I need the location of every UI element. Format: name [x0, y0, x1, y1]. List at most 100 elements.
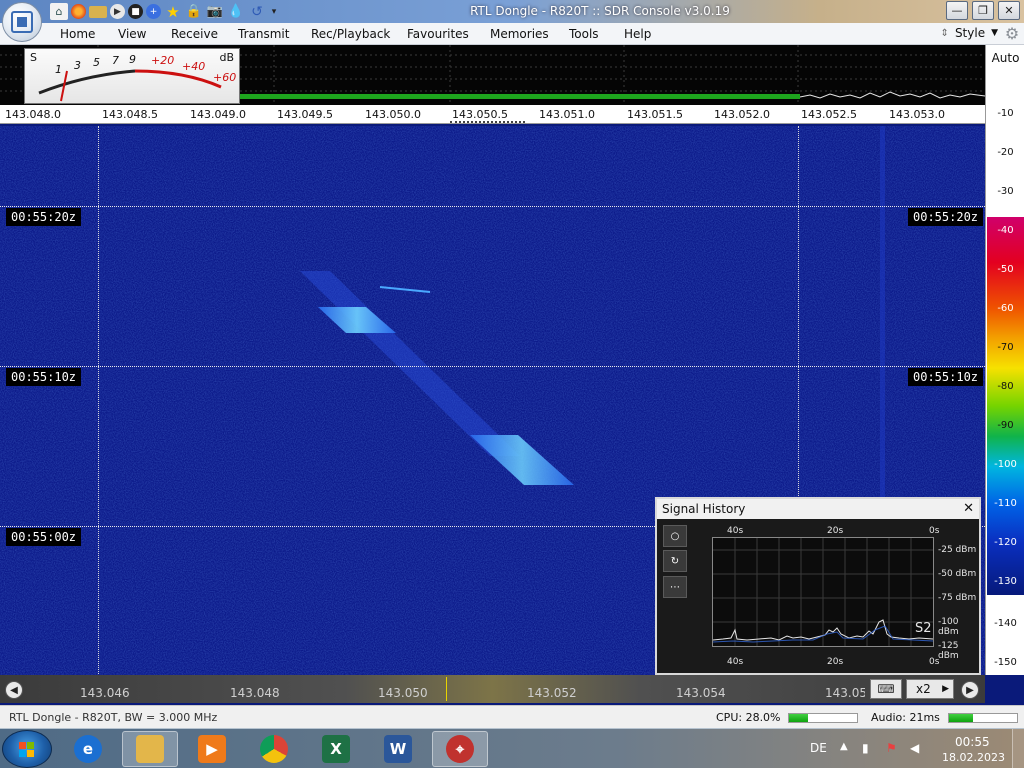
db-label: -120 — [994, 537, 1017, 548]
menu-tools[interactable]: Tools — [569, 27, 599, 41]
taskbar-excel[interactable]: X — [308, 731, 364, 767]
excel-icon: X — [322, 735, 350, 763]
frequency-label: 143.050.5 — [452, 108, 508, 121]
keyboard-button[interactable]: ⌨ — [870, 679, 902, 699]
time-label: 20s — [827, 526, 844, 536]
stop-icon[interactable]: ■ — [128, 4, 143, 19]
time-label: 0s — [929, 657, 940, 667]
tune-right-icon[interactable]: ▶ — [961, 681, 979, 699]
application-menu-button[interactable] — [2, 2, 42, 42]
customize-toolbar-chevron-icon[interactable]: ▾ — [269, 3, 279, 20]
show-hidden-icons-icon[interactable]: ▲ — [840, 741, 848, 752]
folder-icon[interactable] — [89, 6, 107, 18]
start-button[interactable] — [2, 730, 52, 768]
spectrum-display[interactable]: S dB 1 3 5 7 9 +20 +40 +60 — [0, 45, 985, 105]
signal-history-options-button[interactable]: ⋯ — [663, 576, 687, 598]
time-label: 40s — [727, 657, 744, 667]
frequency-label: 143.050.0 — [365, 108, 421, 121]
input-language[interactable]: DE — [810, 741, 827, 755]
menu-memories[interactable]: Memories — [490, 27, 549, 41]
favourite-star-icon[interactable]: ★ — [164, 3, 182, 21]
taskbar-chrome[interactable] — [246, 731, 302, 767]
db-label: -140 — [994, 618, 1017, 629]
taskbar-sdr-console[interactable]: ⌖ — [432, 731, 488, 767]
volume-icon[interactable]: ◀ — [910, 741, 924, 755]
menu-view[interactable]: View — [118, 27, 146, 41]
signal-history-reset-button[interactable]: ↻ — [663, 550, 687, 572]
auto-level-button[interactable]: Auto — [986, 51, 1024, 65]
filter-marker[interactable] — [450, 121, 525, 125]
camera-icon[interactable]: 📷 — [206, 3, 224, 20]
clock-time[interactable]: 00:55 — [955, 735, 990, 749]
menu-rec-playback[interactable]: Rec/Playback — [311, 27, 390, 41]
chrome-icon — [260, 735, 288, 763]
settings-gear-icon[interactable]: ⚙ — [1003, 25, 1021, 43]
chevron-right-icon: ▶ — [942, 684, 949, 694]
db-label: -150 — [994, 657, 1017, 668]
sdr-console-logo-icon — [11, 11, 33, 33]
style-label: Style — [954, 26, 986, 40]
drop-icon[interactable]: 💧 — [227, 3, 245, 20]
tuning-cursor[interactable] — [446, 677, 447, 701]
taskbar-internet-explorer[interactable]: e — [60, 731, 116, 767]
taskbar-explorer[interactable] — [122, 731, 178, 767]
db-label: -110 — [994, 498, 1017, 509]
s-meter-tick: +60 — [213, 71, 237, 84]
signal-history-panel: Signal History ✕ ○ ↻ ⋯ 40s 20s 0s -25 dB… — [655, 497, 981, 675]
frequency-label: 143.053.0 — [889, 108, 945, 121]
action-center-flag-icon[interactable]: ⚑ — [886, 741, 900, 755]
db-label: -100 — [994, 459, 1017, 470]
sdr-console-app: ⌂ ▶ ■ + ★ 🔒 📷 💧 ↺ ▾ RTL Dongle - R820T :… — [0, 0, 1024, 768]
cpu-usage-label: CPU: 28.0% — [716, 711, 781, 724]
signal-history-record-button[interactable]: ○ — [663, 525, 687, 547]
menu-favourites[interactable]: Favourites — [407, 27, 469, 41]
time-gridline — [0, 366, 985, 367]
device-status: RTL Dongle - R820T, BW = 3.000 MHz — [9, 711, 218, 724]
home-icon[interactable]: ⌂ — [50, 3, 68, 20]
tuning-label: 143.048 — [230, 686, 280, 700]
close-window-button[interactable]: ✕ — [998, 1, 1020, 20]
db-label: -40 — [997, 225, 1014, 236]
audio-latency-label: Audio: 21ms — [871, 711, 940, 724]
media-player-icon: ▶ — [198, 735, 226, 763]
undo-icon[interactable]: ↺ — [248, 3, 266, 20]
signal-history-title-text: Signal History — [662, 502, 746, 516]
zoom-select[interactable]: x2 ▶ — [906, 679, 954, 699]
s-meter-reading: S2 — [915, 621, 932, 636]
style-menu[interactable]: ⇕ Style ▼ — [941, 26, 998, 40]
frequency-label: 143.051.5 — [627, 108, 683, 121]
db-label: -50 — [997, 264, 1014, 275]
s-meter: S dB 1 3 5 7 9 +20 +40 +60 — [24, 48, 240, 104]
timestamp-left: 00:55:20z — [6, 208, 82, 226]
lock-icon[interactable]: 🔒 — [185, 3, 203, 20]
level-label: -25 dBm — [938, 545, 977, 555]
menu-home[interactable]: Home — [60, 27, 95, 41]
menu-transmit[interactable]: Transmit — [238, 27, 289, 41]
maximize-button[interactable]: ❐ — [972, 1, 994, 20]
network-icon[interactable]: ▮ — [862, 741, 876, 755]
menu-help[interactable]: Help — [624, 27, 651, 41]
signal-history-plot — [712, 537, 934, 647]
audio-latency-meter — [948, 713, 1018, 723]
show-desktop-button[interactable] — [1012, 729, 1024, 768]
add-icon[interactable]: + — [146, 4, 161, 19]
close-icon[interactable]: ✕ — [963, 501, 974, 516]
timestamp-right: 00:55:20z — [908, 208, 984, 226]
tuning-strip[interactable]: ◀ 143.046 143.048 143.050 143.052 143.05… — [0, 675, 985, 703]
clock-date[interactable]: 18.02.2023 — [942, 751, 1005, 764]
file-explorer-icon — [136, 735, 164, 763]
taskbar-word[interactable]: W — [370, 731, 426, 767]
menu-receive[interactable]: Receive — [171, 27, 218, 41]
taskbar-media-player[interactable]: ▶ — [184, 731, 240, 767]
minimize-button[interactable]: — — [946, 1, 968, 20]
tune-left-icon[interactable]: ◀ — [5, 681, 23, 699]
db-scale[interactable]: Auto -10 -20 -30 -40 -50 -60 -70 -80 -90… — [985, 45, 1024, 675]
quick-access-toolbar: ⌂ ▶ ■ + ★ 🔒 📷 💧 ↺ ▾ — [50, 3, 279, 21]
title-bar: ⌂ ▶ ■ + ★ 🔒 📷 💧 ↺ ▾ RTL Dongle - R820T :… — [0, 0, 1024, 23]
help-lifebuoy-icon[interactable] — [71, 4, 86, 19]
time-label: 40s — [727, 526, 744, 536]
tuning-label: 143.046 — [80, 686, 130, 700]
play-icon[interactable]: ▶ — [110, 4, 125, 19]
level-label: -75 dBm — [938, 593, 977, 603]
s-meter-tick: 1 — [55, 63, 62, 76]
